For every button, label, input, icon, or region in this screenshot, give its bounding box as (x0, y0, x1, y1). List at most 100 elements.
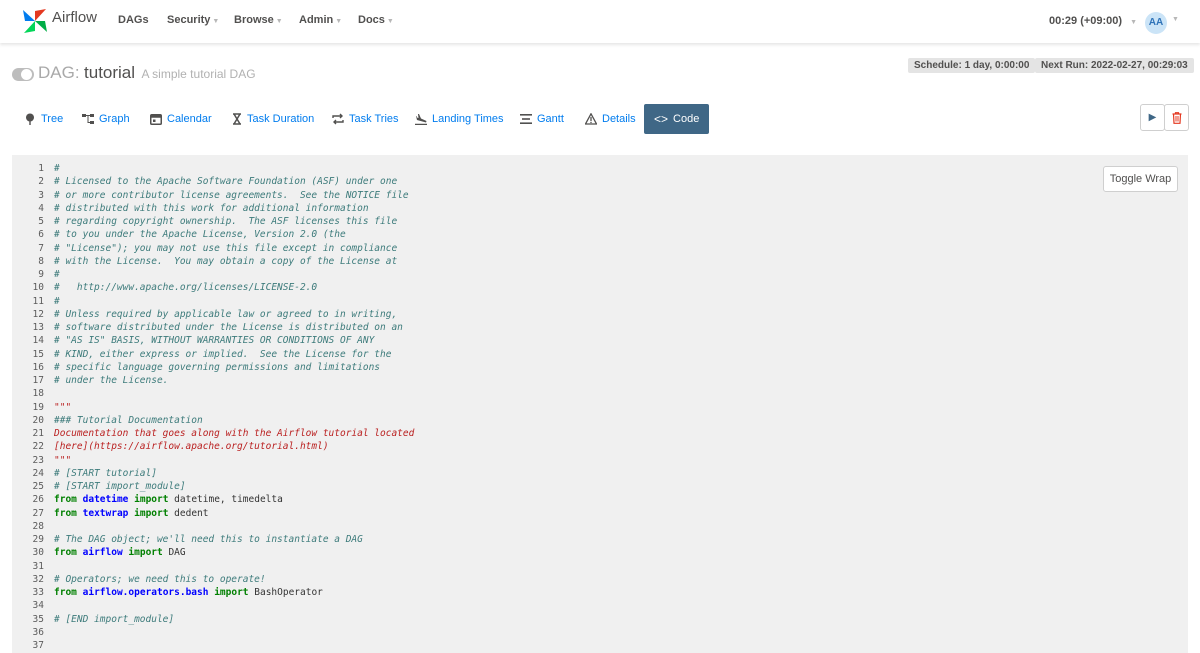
user-avatar[interactable]: AA (1145, 12, 1167, 34)
next-run-badge: Next Run: 2022-02-27, 00:29:03 (1035, 58, 1194, 73)
delete-dag-button[interactable] (1164, 104, 1189, 131)
trigger-dag-button[interactable]: ▶ (1140, 104, 1165, 131)
line-number: 34 (32, 600, 44, 612)
line-number: 7 (38, 242, 44, 254)
line-number: 9 (38, 269, 44, 280)
source-code[interactable]: # # Licensed to the Apache Software Found… (54, 155, 414, 652)
line-number: 8 (38, 255, 44, 267)
code-line: from airflow.operators.bash import BashO… (54, 587, 323, 598)
top-navbar: Airflow DAGs Security ▼ Browse ▼ Admin ▼ Do… (0, 0, 1200, 43)
line-number: 1 (38, 163, 44, 174)
trash-icon (1172, 111, 1181, 124)
chevron-down-icon: ▼ (212, 18, 220, 25)
tab-graph[interactable]: Graph (82, 104, 130, 134)
line-number: 24 (32, 467, 44, 479)
code-line: [here](https://airflow.apache.org/tutori… (54, 441, 329, 453)
dag-pause-toggle[interactable] (12, 68, 34, 81)
toggle-wrap-button[interactable]: Toggle Wrap (1103, 166, 1178, 192)
nav-security[interactable]: Security ▼ (167, 14, 219, 26)
tab-gantt[interactable]: Gantt (520, 104, 564, 134)
chevron-down-icon: ▼ (275, 18, 283, 25)
chevron-down-icon: ▼ (335, 18, 343, 25)
line-number: 17 (32, 375, 44, 386)
code-line: # Operators; we need this to operate! (54, 573, 266, 585)
line-number: 28 (32, 520, 44, 532)
line-number: 14 (32, 335, 44, 347)
code-line: """ (54, 454, 72, 466)
line-number: 15 (32, 348, 44, 360)
tab-landing-times[interactable]: Landing Times (415, 104, 504, 134)
tree-icon (26, 113, 34, 125)
airflow-logo-icon (23, 9, 47, 33)
code-line: # http://www.apache.org/licenses/LICENSE… (54, 282, 318, 294)
chevron-down-icon: ▼ (386, 18, 394, 25)
plane-landing-icon (415, 114, 427, 125)
line-numbers: 1 2 3 4 5 6 7 8 9 10 11 12 13 14 15 16 17 18 19 20 21 22 23 24 2… (12, 155, 44, 652)
line-number: 22 (32, 441, 44, 453)
code-line: Documentation that goes along with the A… (54, 428, 415, 439)
code-line: # with the License. You may obtain a cop… (54, 255, 398, 267)
code-line: # KIND, either express or implied. See t… (54, 348, 392, 360)
line-number: 16 (32, 361, 44, 373)
warning-icon (585, 113, 597, 125)
code-line: # Licensed to the Apache Software Founda… (54, 176, 398, 188)
code-line: """ (54, 401, 72, 413)
tab-task-tries[interactable]: Task Tries (332, 104, 399, 134)
line-number: 32 (32, 573, 44, 585)
line-number: 18 (32, 388, 44, 400)
brand-link[interactable]: Airflow (22, 6, 97, 36)
tab-task-duration[interactable]: Task Duration (232, 104, 314, 134)
code-line: ​ (54, 387, 414, 400)
line-number: 10 (32, 282, 44, 294)
dag-id[interactable]: tutorial (84, 63, 135, 82)
code-line: # (54, 269, 60, 280)
nav-admin[interactable]: Admin ▼ (299, 14, 342, 26)
dag-description: A simple tutorial DAG (141, 67, 256, 81)
chevron-down-icon[interactable]: ▼ (1172, 16, 1179, 23)
tab-calendar[interactable]: Calendar (150, 104, 212, 134)
code-line: # under the License. (54, 375, 169, 386)
code-line: from airflow import DAG (54, 547, 186, 559)
hourglass-icon (233, 113, 241, 125)
nav-dags[interactable]: DAGs (118, 14, 149, 26)
gantt-icon (520, 114, 532, 124)
line-number: 25 (32, 481, 44, 492)
line-number: 12 (32, 308, 44, 320)
line-number: 20 (32, 414, 44, 426)
code-line: ​ (54, 626, 414, 639)
code-viewer: 1 2 3 4 5 6 7 8 9 10 11 12 13 14 15 16 17 18 19 20 21 22 23 24 2… (12, 155, 1188, 653)
tab-tree[interactable]: Tree (24, 104, 63, 134)
line-number: 31 (32, 560, 44, 572)
play-icon: ▶ (1148, 112, 1157, 123)
line-number: 33 (32, 587, 44, 598)
line-number: 35 (32, 613, 44, 625)
line-number: 30 (32, 547, 44, 559)
graph-icon (82, 114, 94, 124)
line-number: 19 (32, 401, 44, 413)
calendar-icon (150, 114, 162, 125)
code-line: # "License"); you may not use this file … (54, 242, 398, 254)
code-line: ​ (54, 560, 414, 573)
code-line: # regarding copyright ownership. The ASF… (54, 216, 398, 227)
line-number: 27 (32, 507, 44, 519)
nav-browse[interactable]: Browse ▼ (234, 14, 283, 26)
code-line: # to you under the Apache License, Versi… (54, 229, 346, 241)
code-line: # [START import_module] (54, 481, 186, 492)
line-number: 2 (38, 176, 44, 188)
code-line: # Unless required by applicable law or a… (54, 308, 398, 320)
code-line: # or more contributor license agreements… (54, 189, 409, 201)
code-line: # specific language governing permission… (54, 361, 381, 373)
code-icon: <> (654, 112, 669, 126)
line-number: 21 (32, 428, 44, 439)
code-line: # (54, 295, 60, 307)
nav-docs[interactable]: Docs ▼ (358, 14, 394, 26)
line-number: 3 (38, 189, 44, 201)
tab-details[interactable]: Details (585, 104, 636, 134)
line-number: 26 (32, 494, 44, 506)
code-line: # (54, 163, 60, 174)
code-line: # [START tutorial] (54, 467, 157, 479)
tab-code[interactable]: <> Code (644, 104, 710, 134)
line-number: 6 (38, 229, 44, 241)
timezone-clock[interactable]: 00:29 (+09:00) ▼ (1049, 15, 1137, 27)
line-number: 4 (38, 202, 44, 214)
